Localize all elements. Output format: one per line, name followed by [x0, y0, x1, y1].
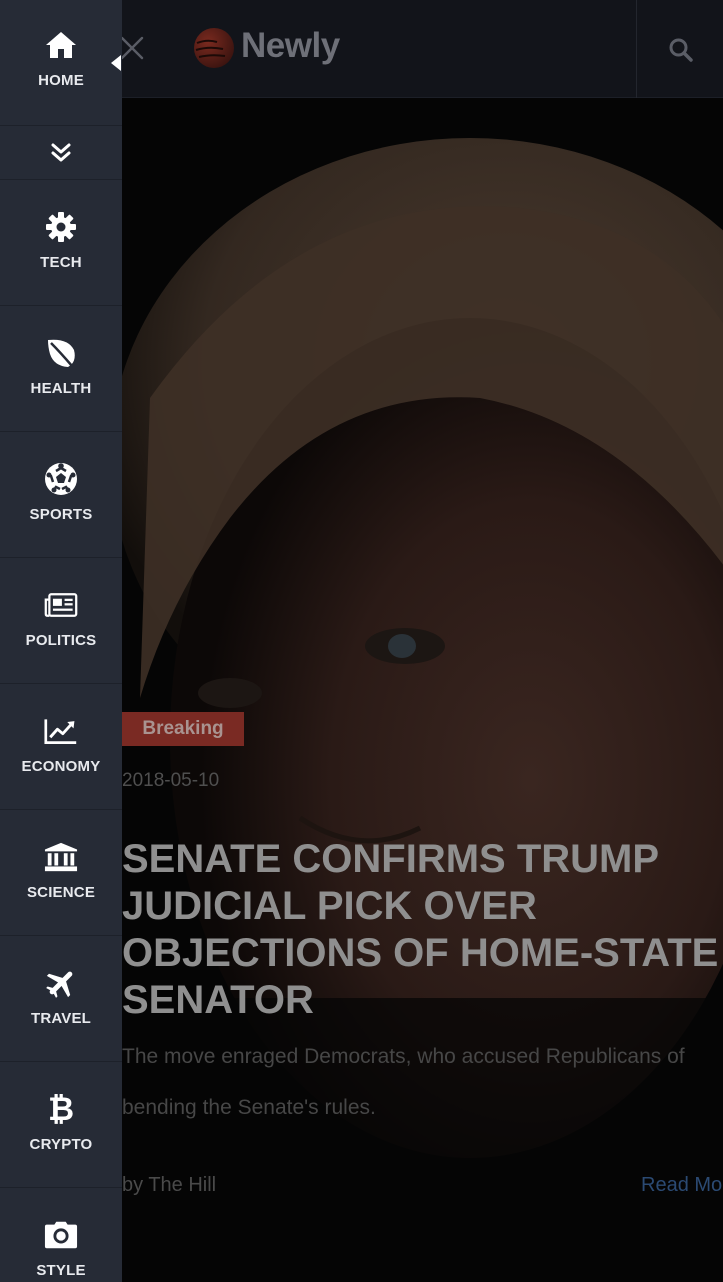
- camera-icon: [44, 1218, 78, 1252]
- sidebar-item-travel[interactable]: TRAVEL: [0, 936, 122, 1062]
- sidebar-item-style[interactable]: STYLE: [0, 1188, 122, 1282]
- article-byline: by The Hill: [122, 1174, 217, 1196]
- leaf-icon: [44, 336, 78, 370]
- close-icon[interactable]: [118, 34, 146, 62]
- newly-logo[interactable]: [193, 27, 235, 69]
- institution-icon: [44, 840, 78, 874]
- headline-line: JUDICIAL PICK OVER: [122, 884, 537, 928]
- headline-line: SENATE CONFIRMS TRUMP: [122, 837, 660, 881]
- headline-line: OBJECTIONS OF HOME-STATE: [122, 931, 719, 975]
- plane-icon: [44, 966, 78, 1000]
- sidebar-item-label: ECONOMY: [21, 758, 101, 775]
- sidebar-collapse-toggle[interactable]: [0, 126, 122, 180]
- sidebar-item-label: STYLE: [36, 1262, 86, 1279]
- headline-line: SENATOR: [122, 978, 314, 1022]
- brand-name[interactable]: Newly: [241, 26, 340, 66]
- summary-line: The move enraged Democrats, who accused …: [122, 1045, 685, 1068]
- newspaper-icon: [44, 588, 78, 622]
- sidebar-item-label: SPORTS: [29, 506, 93, 523]
- sidebar-item-sports[interactable]: SPORTS: [0, 432, 122, 558]
- sidebar-item-label: TECH: [40, 254, 82, 271]
- category-badge[interactable]: Breaking: [122, 712, 244, 746]
- bitcoin-icon: ₿: [47, 1090, 75, 1128]
- active-indicator: [111, 55, 121, 71]
- sidebar-item-label: POLITICS: [25, 632, 97, 649]
- sidebar-item-tech[interactable]: TECH: [0, 180, 122, 306]
- sidebar-item-label: SCIENCE: [26, 884, 96, 901]
- home-icon: [44, 28, 78, 62]
- category-drawer: HOME TECH HEALTH SPORTS POLITICS ECONOMY…: [0, 0, 122, 1282]
- article-headline[interactable]: SENATE CONFIRMS TRUMP JUDICIAL PICK OVER…: [122, 836, 723, 1024]
- sidebar-item-label: HOME: [38, 72, 84, 89]
- article-summary: The move enraged Democrats, who accused …: [122, 1031, 723, 1133]
- sidebar-item-label: TRAVEL: [30, 1010, 92, 1027]
- sidebar-item-health[interactable]: HEALTH: [0, 306, 122, 432]
- sidebar-item-crypto[interactable]: ₿ CRYPTO: [0, 1062, 122, 1188]
- article-date: 2018-05-10: [122, 770, 220, 791]
- soccer-ball-icon: [44, 462, 78, 496]
- sidebar-item-politics[interactable]: POLITICS: [0, 558, 122, 684]
- sidebar-item-label: CRYPTO: [29, 1136, 93, 1153]
- sidebar-item-science[interactable]: SCIENCE: [0, 810, 122, 936]
- chevrons-down-icon: [51, 143, 71, 161]
- sidebar-item-home[interactable]: HOME: [0, 0, 122, 126]
- chart-line-icon: [44, 714, 78, 748]
- read-more-link[interactable]: Read More: [641, 1174, 723, 1197]
- summary-line: bending the Senate's rules.: [122, 1096, 376, 1119]
- divider: [636, 0, 637, 98]
- sidebar-item-economy[interactable]: ECONOMY: [0, 684, 122, 810]
- search-icon[interactable]: [668, 37, 694, 63]
- sidebar-item-label: HEALTH: [30, 380, 92, 397]
- gear-icon: [44, 210, 78, 244]
